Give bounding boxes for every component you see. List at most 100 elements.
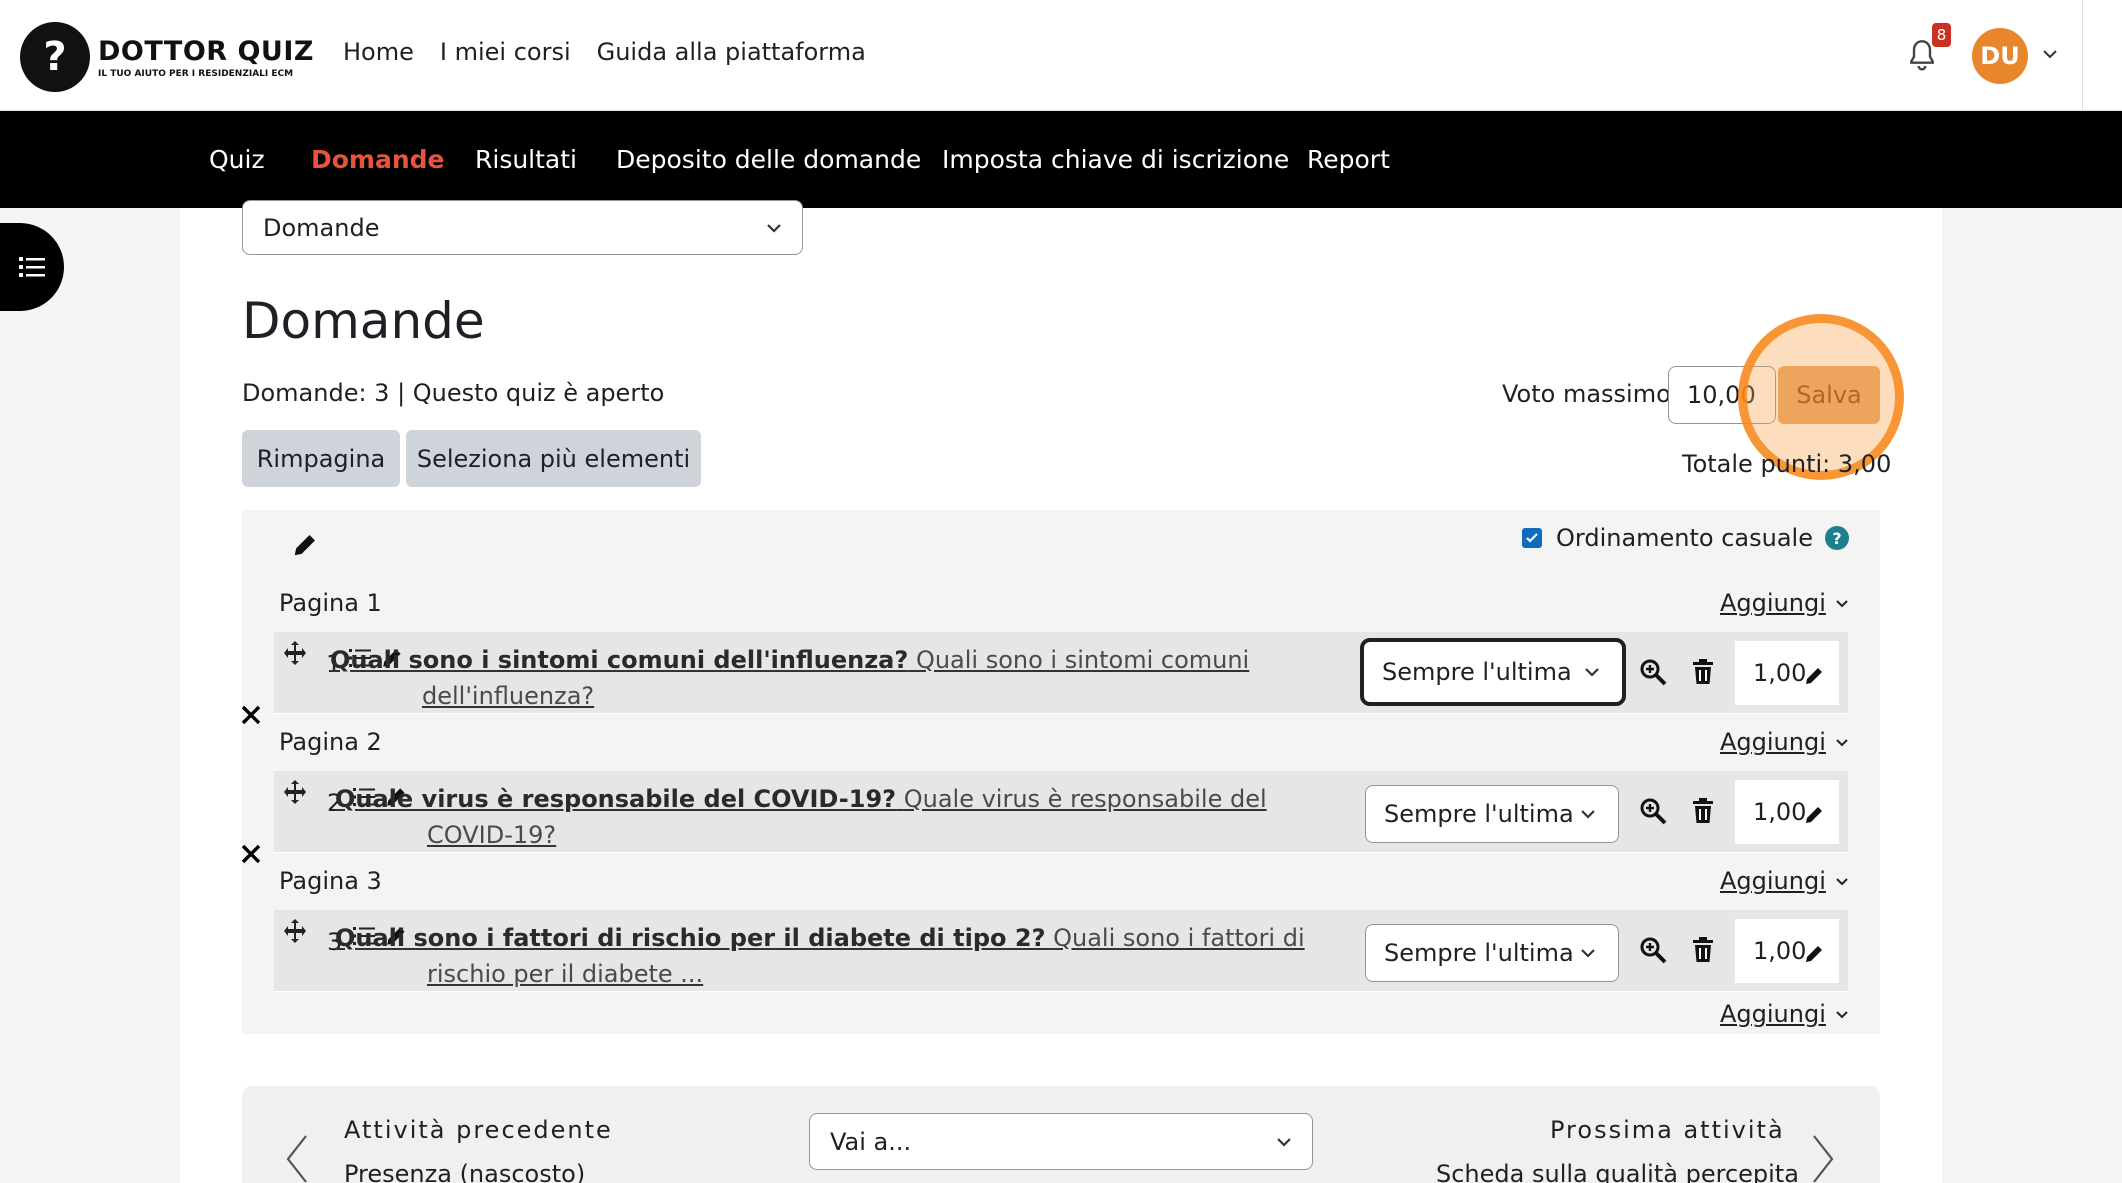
- page-title: Domande: [242, 292, 485, 350]
- tab-report[interactable]: Report: [1307, 111, 1390, 208]
- page-heading: Pagina 2: [279, 728, 382, 756]
- chevron-down-icon: [1836, 1011, 1848, 1019]
- edit-mark-icon[interactable]: [1803, 941, 1827, 965]
- edit-heading-icon[interactable]: [292, 530, 320, 558]
- chevron-down-icon: [1836, 739, 1848, 747]
- question-row: 2 Quale virus è responsabile del COVID-1…: [274, 771, 1848, 853]
- add-label: Aggiungi: [1720, 1000, 1826, 1028]
- secondary-navigation: Quiz Domande Risultati Deposito delle do…: [0, 111, 2122, 208]
- edit-mark-icon[interactable]: [1803, 802, 1827, 826]
- chevron-left-icon[interactable]: [284, 1134, 310, 1183]
- select-multiple-button[interactable]: Seleziona più elementi: [406, 430, 701, 487]
- move-icon[interactable]: [282, 918, 308, 944]
- question-row: 1 Quali sono i sintomi comuni dell'influ…: [274, 632, 1848, 714]
- tab-enrolment-key[interactable]: Imposta chiave di iscrizione: [942, 111, 1289, 208]
- question-mark[interactable]: 1,00: [1735, 641, 1839, 705]
- tab-questions[interactable]: Domande: [298, 111, 470, 208]
- add-question-link[interactable]: Aggiungi: [1720, 1000, 1850, 1028]
- question-mark[interactable]: 1,00: [1735, 919, 1839, 983]
- add-label: Aggiungi: [1720, 867, 1826, 895]
- chevron-down-icon: [767, 223, 781, 233]
- question-row: 3 Quali sono i fattori di rischio per il…: [274, 910, 1848, 992]
- question-mark[interactable]: 1,00: [1735, 780, 1839, 844]
- page-jump-value: Domande: [263, 213, 380, 242]
- primary-navigation: Home I miei corsi Guida alla piattaforma: [343, 38, 892, 66]
- divider: [2082, 0, 2083, 111]
- behaviour-select[interactable]: Sempre l'ultima: [1365, 785, 1619, 843]
- question-title: Quali sono i sintomi comuni dell'influen…: [330, 646, 909, 674]
- preview-icon[interactable]: [1639, 658, 1667, 686]
- top-navbar: ? DOTTOR QUIZ IL TUO AIUTO PER I RESIDEN…: [0, 0, 2122, 111]
- add-label: Aggiungi: [1720, 728, 1826, 756]
- page-heading: Pagina 1: [279, 589, 382, 617]
- page-jump-select[interactable]: Domande: [242, 200, 803, 255]
- question-title: Quale virus è responsabile del COVID-19?: [335, 785, 897, 813]
- logo-mark: ?: [20, 22, 90, 92]
- mark-value: 1,00: [1753, 659, 1807, 687]
- add-question-link[interactable]: Aggiungi: [1720, 867, 1850, 895]
- previous-activity-link[interactable]: Presenza (nascosto): [344, 1160, 585, 1183]
- tab-results[interactable]: Risultati: [475, 111, 577, 208]
- chevron-down-icon[interactable]: [2040, 44, 2060, 64]
- list-icon: [19, 257, 45, 277]
- remove-page-break-icon[interactable]: [240, 704, 262, 726]
- remove-page-break-icon[interactable]: [240, 843, 262, 865]
- course-index-toggle[interactable]: [0, 223, 64, 311]
- edit-mark-icon[interactable]: [1803, 663, 1827, 687]
- logo-tagline: IL TUO AIUTO PER I RESIDENZIALI ECM: [98, 68, 294, 79]
- chevron-down-icon: [1836, 600, 1848, 608]
- next-activity-label: Prossima attività: [1550, 1116, 1785, 1144]
- nav-my-courses[interactable]: I miei corsi: [440, 38, 571, 66]
- behaviour-select[interactable]: Sempre l'ultima: [1360, 638, 1626, 706]
- max-grade-label: Voto massimo: [1502, 380, 1671, 408]
- logo-title: DOTTOR QUIZ: [98, 35, 314, 67]
- check-icon: [1526, 533, 1538, 543]
- question-link[interactable]: Quali sono i fattori di rischio per il d…: [335, 920, 1307, 992]
- behaviour-value: Sempre l'ultima: [1384, 939, 1574, 967]
- chevron-down-icon: [1277, 1137, 1291, 1147]
- question-link[interactable]: Quale virus è responsabile del COVID-19?…: [335, 781, 1307, 853]
- nav-home[interactable]: Home: [343, 38, 414, 66]
- notification-count-badge: 8: [1932, 23, 1951, 47]
- mark-value: 1,00: [1753, 798, 1807, 826]
- trash-icon[interactable]: [1690, 936, 1716, 964]
- chevron-down-icon: [1585, 668, 1599, 677]
- jump-to-select[interactable]: Vai a...: [809, 1113, 1313, 1170]
- chevron-down-icon: [1581, 949, 1595, 958]
- chevron-right-icon[interactable]: [1810, 1134, 1836, 1183]
- tab-quiz[interactable]: Quiz: [209, 111, 265, 208]
- shuffle-checkbox[interactable]: [1522, 528, 1542, 548]
- question-link[interactable]: Quali sono i sintomi comuni dell'influen…: [330, 642, 1302, 714]
- add-question-link[interactable]: Aggiungi: [1720, 589, 1850, 617]
- add-label: Aggiungi: [1720, 589, 1826, 617]
- shuffle-toggle[interactable]: Ordinamento casuale ?: [1522, 524, 1849, 552]
- question-title: Quali sono i fattori di rischio per il d…: [335, 924, 1046, 952]
- behaviour-select[interactable]: Sempre l'ultima: [1365, 924, 1619, 982]
- help-icon[interactable]: ?: [1825, 526, 1849, 550]
- site-logo[interactable]: ? DOTTOR QUIZ IL TUO AIUTO PER I RESIDEN…: [20, 22, 314, 92]
- logo-text: DOTTOR QUIZ IL TUO AIUTO PER I RESIDENZI…: [98, 36, 314, 79]
- chevron-down-icon: [1581, 810, 1595, 819]
- preview-icon[interactable]: [1639, 797, 1667, 825]
- trash-icon[interactable]: [1690, 658, 1716, 686]
- shuffle-label: Ordinamento casuale: [1556, 524, 1813, 552]
- preview-icon[interactable]: [1639, 936, 1667, 964]
- next-activity-link[interactable]: Scheda sulla qualità percepita: [1436, 1160, 1799, 1183]
- tab-question-bank[interactable]: Deposito delle domande: [616, 111, 921, 208]
- mark-value: 1,00: [1753, 937, 1807, 965]
- nav-platform-guide[interactable]: Guida alla piattaforma: [597, 38, 866, 66]
- jump-to-value: Vai a...: [830, 1127, 912, 1156]
- move-icon[interactable]: [282, 779, 308, 805]
- page-heading: Pagina 3: [279, 867, 382, 895]
- move-icon[interactable]: [282, 640, 308, 666]
- previous-activity-label: Attività precedente: [344, 1116, 613, 1144]
- behaviour-value: Sempre l'ultima: [1382, 658, 1572, 686]
- chevron-down-icon: [1836, 878, 1848, 886]
- behaviour-value: Sempre l'ultima: [1384, 800, 1574, 828]
- trash-icon[interactable]: [1690, 797, 1716, 825]
- total-marks: Totale punti: 3,00: [1682, 450, 1892, 478]
- quiz-status: Domande: 3 | Questo quiz è aperto: [242, 379, 665, 407]
- user-avatar[interactable]: DU: [1972, 28, 2028, 84]
- repaginate-button[interactable]: Rimpagina: [242, 430, 400, 487]
- add-question-link[interactable]: Aggiungi: [1720, 728, 1850, 756]
